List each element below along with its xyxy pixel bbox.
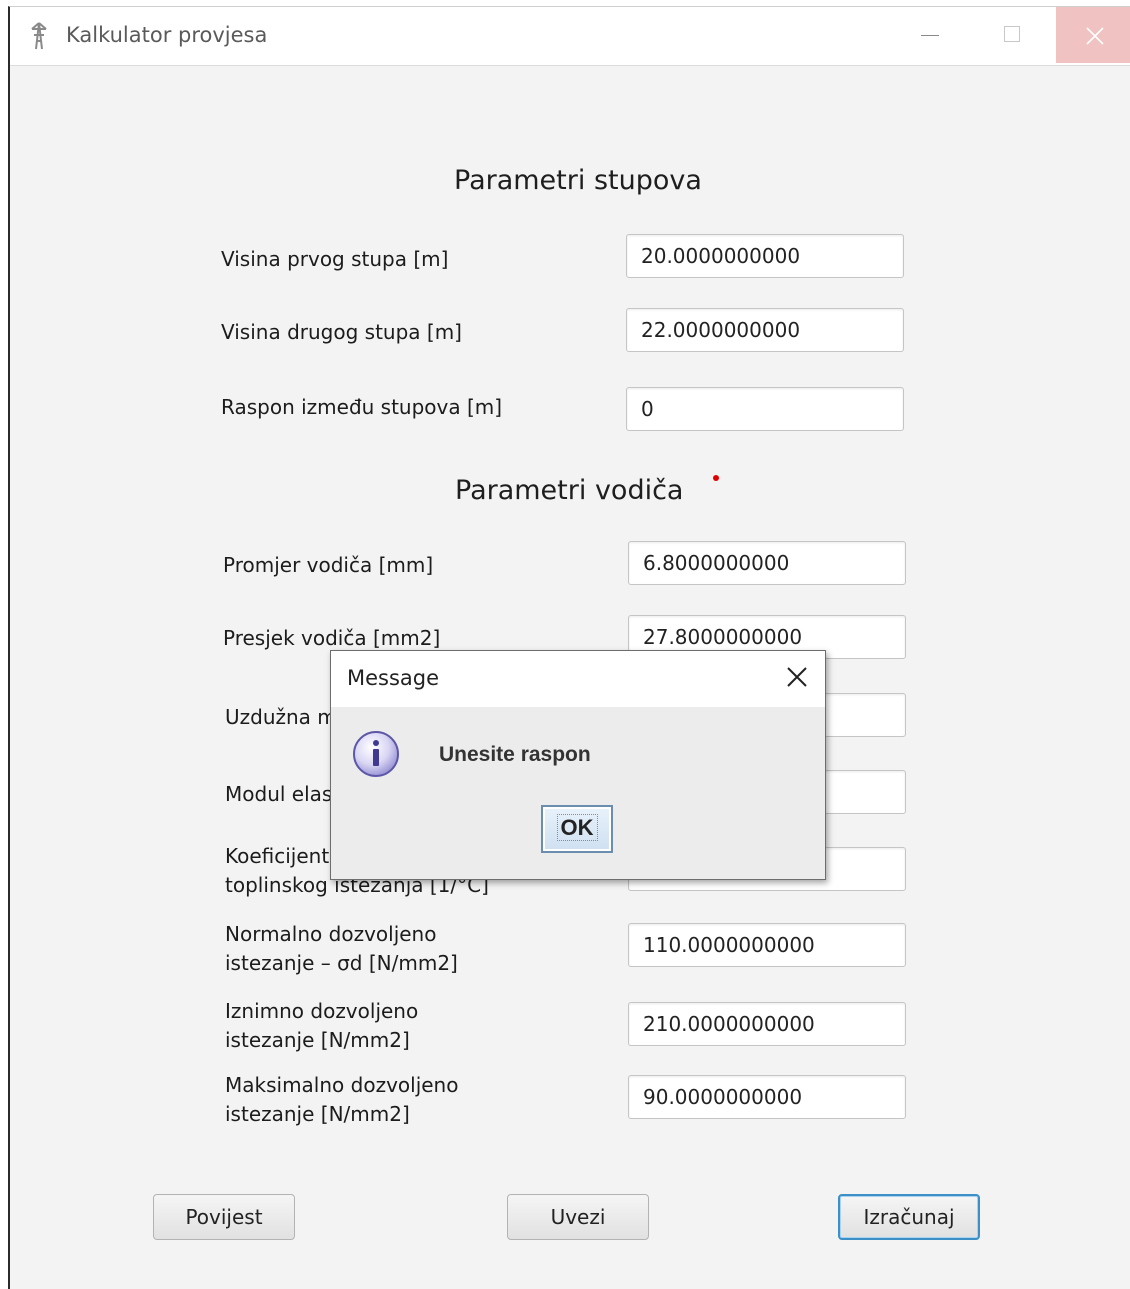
import-button[interactable]: Uvezi	[507, 1194, 649, 1240]
label-modul: Modul elas	[225, 782, 333, 806]
app-window: Kalkulator provjesa Parametri stupova Vi…	[8, 6, 1130, 1289]
calculate-button[interactable]: Izračunaj	[838, 1194, 980, 1240]
dialog-message: Unesite raspon	[439, 743, 591, 766]
input-iznimno[interactable]	[628, 1002, 906, 1046]
label-maksimalno: Maksimalno dozvoljeno istezanje [N/mm2]	[225, 1073, 459, 1126]
section-title-stupovi: Parametri stupova	[454, 165, 702, 196]
input-raspon[interactable]	[626, 387, 904, 431]
dialog-close-icon[interactable]	[785, 665, 809, 689]
input-promjer[interactable]	[628, 541, 906, 585]
label-promjer: Promjer vodiča [mm]	[223, 553, 434, 577]
input-visina-drugog[interactable]	[626, 308, 904, 352]
label-uzduzna: Uzdužna m	[225, 705, 337, 729]
power-pylon-icon	[26, 21, 52, 51]
label-normalno: Normalno dozvoljeno istezanje – σd [N/mm…	[225, 922, 458, 975]
label-visina-prvog: Visina prvog stupa [m]	[221, 247, 449, 271]
maximize-button[interactable]	[976, 7, 1050, 63]
label-presjek: Presjek vodiča [mm2]	[223, 626, 441, 650]
label-visina-drugog: Visina drugog stupa [m]	[221, 320, 462, 344]
window-title: Kalkulator provjesa	[66, 23, 268, 47]
title-bar[interactable]: Kalkulator provjesa	[10, 7, 1130, 66]
label-raspon: Raspon između stupova [m]	[221, 395, 503, 419]
info-icon	[353, 731, 399, 777]
input-normalno[interactable]	[628, 923, 906, 967]
ok-button[interactable]: OK	[541, 805, 613, 853]
message-dialog: Message Unesite raspon OK	[330, 650, 826, 880]
input-maksimalno[interactable]	[628, 1075, 906, 1119]
history-button[interactable]: Povijest	[153, 1194, 295, 1240]
validation-indicator	[713, 475, 719, 481]
input-visina-prvog[interactable]	[626, 234, 904, 278]
dialog-title: Message	[347, 666, 440, 690]
close-button[interactable]	[1056, 7, 1130, 63]
minimize-button[interactable]	[894, 7, 968, 63]
close-icon	[1086, 27, 1104, 45]
section-title-vodic: Parametri vodiča	[455, 475, 684, 506]
label-iznimno: Iznimno dozvoljeno istezanje [N/mm2]	[225, 999, 419, 1052]
dialog-title-bar[interactable]: Message	[331, 651, 825, 707]
ok-button-label: OK	[556, 814, 598, 841]
